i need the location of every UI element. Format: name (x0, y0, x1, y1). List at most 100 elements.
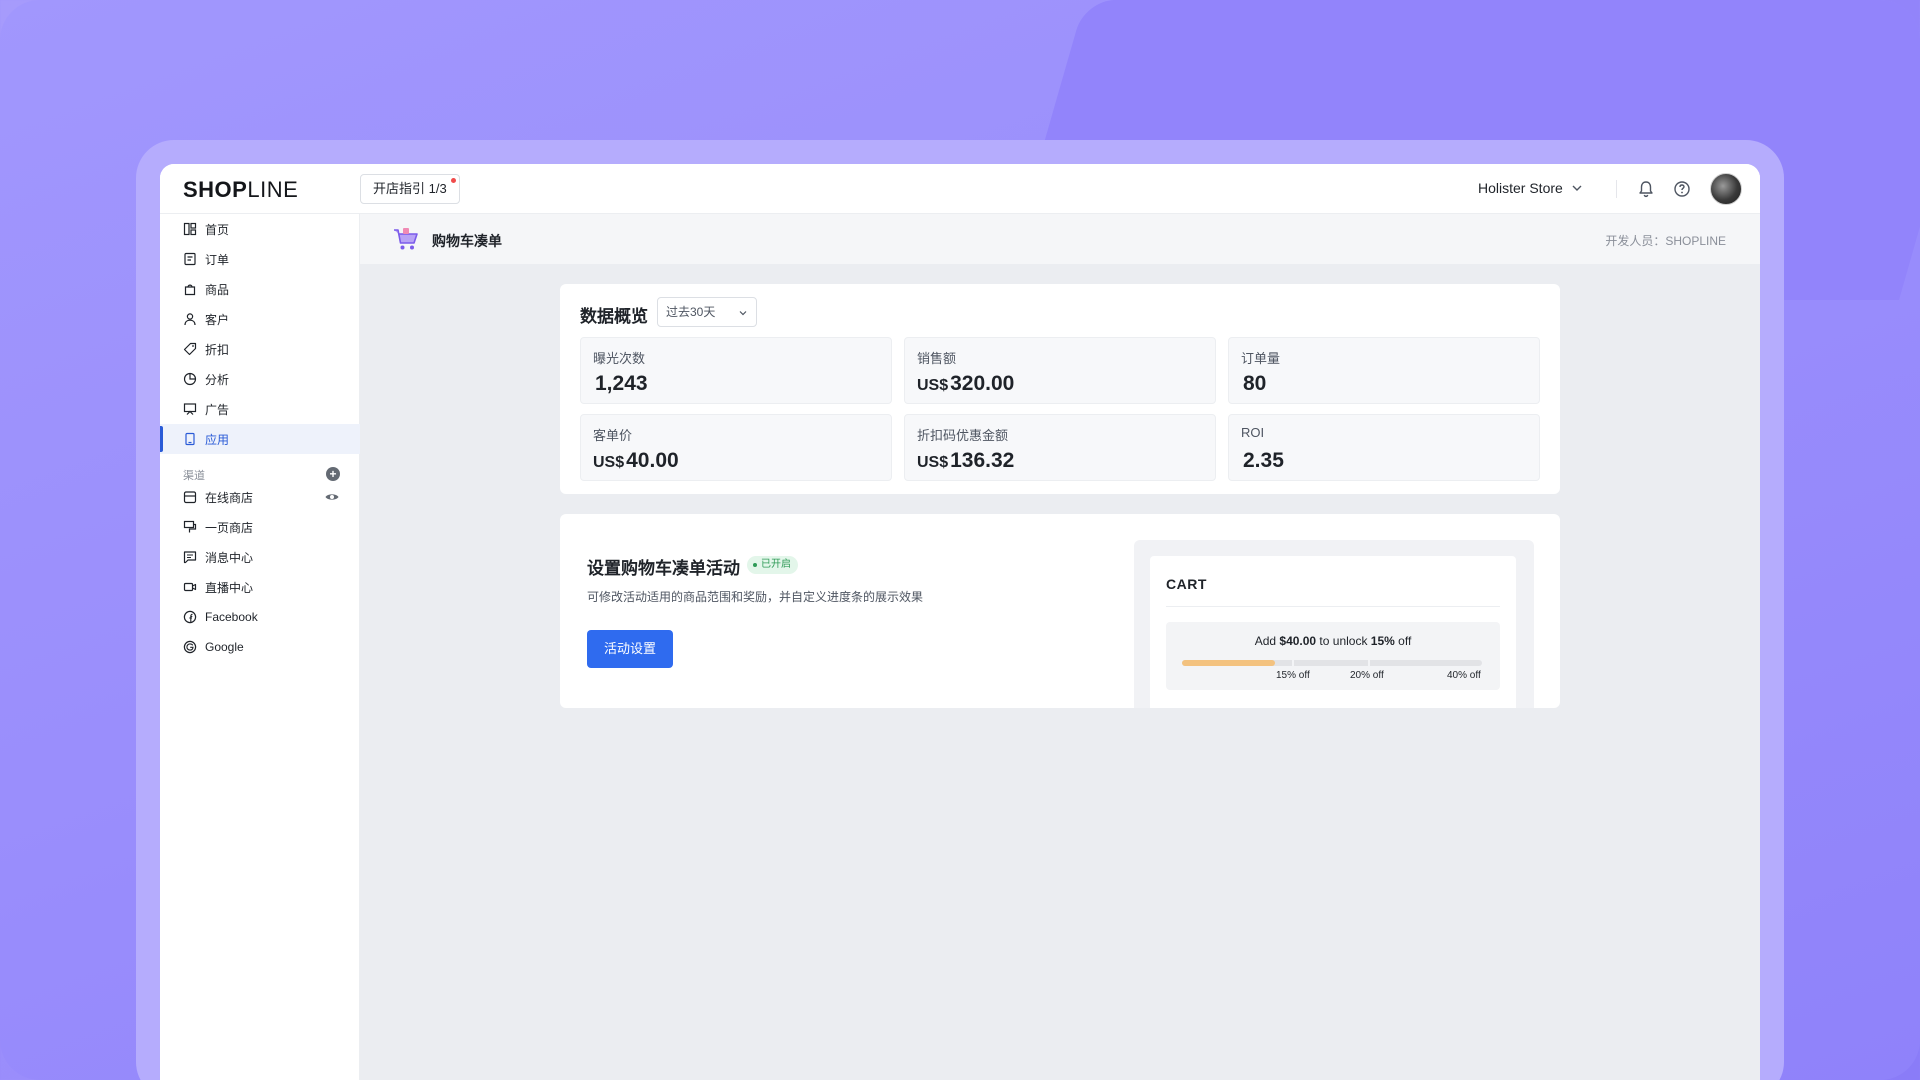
setup-guide-label: 开店指引 1/3 (373, 181, 447, 196)
one-page-icon (183, 520, 197, 533)
milestone-label: 15% off (1276, 670, 1310, 681)
stat-label: 曝光次数 (593, 351, 646, 366)
sidebar-item-customers[interactable]: 客户 (160, 304, 360, 334)
promo-text: Add $40.00 to unlock 15% off (1166, 634, 1500, 648)
date-range-select[interactable]: 过去30天 (657, 297, 757, 327)
cart-preview: CART Add $40.00 to unlock 15% off 15% of… (1134, 540, 1534, 708)
chevron-down-icon (739, 311, 747, 316)
cart-activity-card: 设置购物车凑单活动 已开启 可修改活动适用的商品范围和奖励，并自定义进度条的展示… (560, 514, 1560, 708)
stat-value: 2.35 (1241, 449, 1284, 473)
bell-icon[interactable] (1636, 179, 1656, 199)
progress-bar-fill (1182, 660, 1275, 666)
stat-roi: ROI 2.35 (1228, 414, 1540, 481)
sidebar-item-facebook[interactable]: Facebook (160, 602, 360, 632)
sidebar-item-live-center[interactable]: 直播中心 (160, 572, 360, 602)
stat-impressions: 曝光次数 1,243 (580, 337, 892, 404)
sidebar-item-label: 广告 (205, 402, 230, 417)
store-name: Holister Store (1478, 180, 1563, 196)
add-channel-button[interactable]: + (326, 467, 340, 481)
stat-orders: 订单量 80 (1228, 337, 1540, 404)
stat-unit: US$ (593, 454, 625, 471)
sidebar-item-label: 订单 (205, 252, 230, 267)
stat-number: 136.32 (950, 449, 1015, 472)
milestone-label: 20% off (1350, 670, 1384, 681)
stat-sales: 销售额 US$320.00 (904, 337, 1216, 404)
stat-number: 80 (1243, 372, 1267, 395)
activity-description: 可修改活动适用的商品范围和奖励，并自定义进度条的展示效果 (587, 590, 924, 604)
store-switcher[interactable]: Holister Store (1478, 180, 1583, 196)
stat-value: US$40.00 (593, 449, 679, 473)
sidebar-item-orders[interactable]: 订单 (160, 244, 360, 274)
stat-value: 1,243 (593, 372, 648, 396)
logo-bold-text: SHOP (183, 177, 248, 202)
sidebar-item-message-center[interactable]: 消息中心 (160, 542, 360, 572)
sidebar-item-home[interactable]: 首页 (160, 214, 360, 244)
app-icon (185, 432, 195, 446)
promo-amount: $40.00 (1279, 634, 1317, 648)
stat-label: 客单价 (593, 428, 633, 443)
customer-icon (184, 313, 196, 326)
sidebar-item-google[interactable]: Google (160, 632, 360, 662)
tag-icon (183, 342, 197, 356)
promo-prefix: Add (1254, 634, 1280, 648)
google-icon (183, 640, 197, 654)
product-icon (184, 284, 196, 296)
sidebar: 首页 订单 商品 客户 折扣 分析 广告 应用 渠道 + 在线商店 一页商店 消… (160, 214, 360, 1080)
stat-unit: US$ (917, 454, 949, 471)
shopline-logo[interactable]: SHOPLINE (183, 177, 298, 203)
stat-discount-amount: 折扣码优惠金额 US$136.32 (904, 414, 1216, 481)
sidebar-item-products[interactable]: 商品 (160, 274, 360, 304)
sidebar-item-online-store[interactable]: 在线商店 (160, 482, 360, 512)
app-window: SHOPLINE 开店指引 1/3 Holister Store 首页 订单 商… (160, 164, 1760, 1080)
status-badge: 已开启 (747, 556, 798, 574)
facebook-icon (183, 610, 197, 624)
activity-settings-button[interactable]: 活动设置 (587, 630, 673, 668)
promo-mid: to unlock (1316, 634, 1371, 648)
eye-icon[interactable] (324, 489, 340, 505)
stat-number: 320.00 (950, 372, 1015, 395)
stat-value: 80 (1241, 372, 1266, 396)
logo-thin-text: LINE (247, 177, 299, 202)
ad-icon (183, 403, 197, 415)
page-title: 购物车凑单 (432, 233, 502, 249)
sidebar-item-analytics[interactable]: 分析 (160, 364, 360, 394)
sidebar-item-ads[interactable]: 广告 (160, 394, 360, 424)
sidebar-item-label: 分析 (205, 372, 230, 387)
sidebar-item-label: 商品 (205, 282, 230, 297)
promo-percent: 15% (1370, 634, 1395, 648)
channels-section-label: 渠道 (183, 470, 205, 482)
page-header: 购物车凑单 开发人员：SHOPLINE (360, 214, 1760, 264)
stat-label: ROI (1241, 425, 1265, 440)
progress-bar (1182, 660, 1482, 666)
sidebar-item-label: 直播中心 (205, 580, 254, 595)
cart-divider (1166, 606, 1500, 607)
setup-guide-button[interactable]: 开店指引 1/3 (360, 174, 460, 204)
progress-promo-box: Add $40.00 to unlock 15% off 15% off 20%… (1166, 622, 1500, 690)
stat-number: 40.00 (626, 449, 679, 472)
sidebar-item-apps[interactable]: 应用 (160, 424, 360, 454)
sidebar-item-label: Facebook (205, 610, 258, 624)
chart-icon (183, 372, 197, 386)
activity-title: 设置购物车凑单活动 (587, 559, 740, 578)
sidebar-item-label: 首页 (205, 222, 230, 237)
sidebar-item-one-page-store[interactable]: 一页商店 (160, 512, 360, 542)
sidebar-item-label: 客户 (205, 312, 230, 327)
date-range-value: 过去30天 (666, 305, 716, 319)
shopping-cart-app-icon (394, 228, 418, 250)
progress-tick (1292, 660, 1294, 666)
developer-label: 开发人员：SHOPLINE (1605, 234, 1726, 248)
sidebar-item-label: Google (205, 640, 244, 654)
help-icon[interactable] (1672, 179, 1692, 199)
store-icon (183, 491, 197, 504)
cart-preview-panel: CART Add $40.00 to unlock 15% off 15% of… (1150, 556, 1516, 708)
stat-value: US$320.00 (917, 372, 1014, 396)
milestone-label: 40% off (1447, 670, 1481, 681)
live-icon (183, 582, 197, 592)
order-icon (184, 252, 196, 266)
sidebar-item-discounts[interactable]: 折扣 (160, 334, 360, 364)
stat-label: 订单量 (1241, 351, 1281, 366)
sidebar-item-label: 在线商店 (205, 490, 254, 505)
home-icon (183, 222, 197, 236)
user-avatar[interactable] (1710, 173, 1742, 205)
sidebar-item-label: 应用 (205, 432, 230, 447)
